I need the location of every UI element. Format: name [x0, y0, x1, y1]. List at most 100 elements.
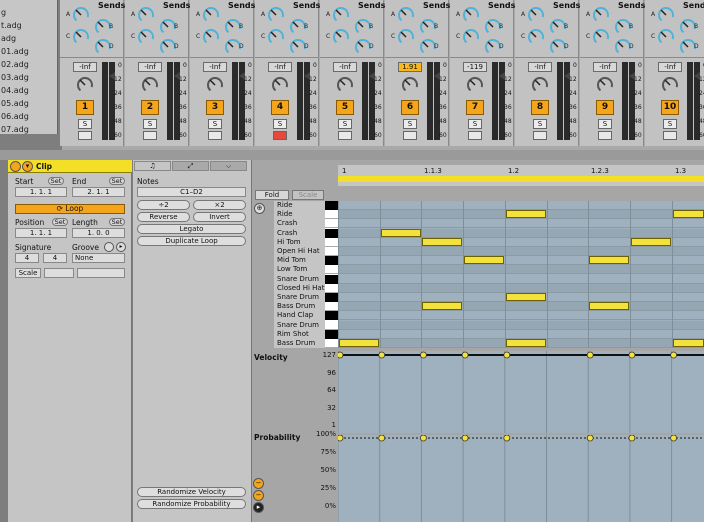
midi-note[interactable]: [630, 237, 671, 246]
arm-button[interactable]: [273, 131, 287, 140]
browser-item[interactable]: t.adg: [1, 21, 22, 30]
volume-field[interactable]: -Inf: [528, 62, 552, 72]
browser-item[interactable]: 03.adg: [1, 73, 29, 82]
piano-key[interactable]: [325, 265, 338, 275]
send-knob[interactable]: [332, 28, 350, 46]
invert-button[interactable]: Invert: [193, 212, 246, 222]
send-knob[interactable]: [72, 6, 90, 24]
length-field[interactable]: 1. 0. 0: [72, 228, 125, 238]
solo-button[interactable]: S: [468, 119, 482, 129]
scale-root-select[interactable]: [44, 268, 74, 278]
midi-note[interactable]: [422, 237, 463, 246]
track-activator-button[interactable]: 5: [336, 100, 354, 115]
volume-field[interactable]: -Inf: [138, 62, 162, 72]
solo-button[interactable]: S: [208, 119, 222, 129]
browser-item[interactable]: 04.adg: [1, 86, 29, 95]
volume-field[interactable]: -119: [463, 62, 487, 72]
midi-note[interactable]: [422, 302, 463, 311]
clip-fold-icon[interactable]: ▾: [22, 161, 33, 172]
velocity-handle[interactable]: [670, 351, 678, 359]
send-knob[interactable]: [527, 6, 545, 24]
send-knob[interactable]: [267, 6, 285, 24]
piano-key[interactable]: [325, 329, 338, 339]
probability-handle[interactable]: [503, 434, 511, 442]
piano-key[interactable]: [325, 320, 338, 330]
pan-knob[interactable]: [661, 76, 679, 94]
probability-chart[interactable]: [336, 434, 704, 522]
send-knob[interactable]: [332, 6, 350, 24]
arm-button[interactable]: [78, 131, 92, 140]
randomize-probability-button[interactable]: Randomize Probability: [137, 499, 246, 509]
velocity-handle[interactable]: [628, 351, 636, 359]
scale-toggle[interactable]: Scale: [15, 268, 41, 278]
start-field[interactable]: 1. 1. 1: [15, 187, 67, 197]
send-knob[interactable]: [267, 28, 285, 46]
track-activator-button[interactable]: 8: [531, 100, 549, 115]
piano-key[interactable]: [325, 283, 338, 293]
volume-field[interactable]: -Inf: [333, 62, 357, 72]
scale-highlight-button[interactable]: Scale: [292, 190, 324, 200]
midi-note[interactable]: [380, 228, 421, 237]
panel-divider[interactable]: [0, 150, 704, 160]
clip-activator-icon[interactable]: [10, 161, 21, 172]
velocity-lane[interactable]: [336, 351, 704, 433]
midi-note[interactable]: [672, 339, 704, 347]
midi-note[interactable]: [505, 210, 546, 219]
send-knob[interactable]: [462, 6, 480, 24]
volume-field[interactable]: 1.91: [398, 62, 422, 72]
send-knob[interactable]: [462, 28, 480, 46]
preview-icon[interactable]: ⊕: [254, 203, 265, 214]
browser-item[interactable]: 06.adg: [1, 112, 29, 121]
send-knob[interactable]: [592, 28, 610, 46]
tab-notes[interactable]: ♫: [134, 161, 171, 171]
piano-key[interactable]: [325, 274, 338, 284]
solo-button[interactable]: S: [533, 119, 547, 129]
scale-name-select[interactable]: [77, 268, 125, 278]
track-activator-button[interactable]: 4: [271, 100, 289, 115]
send-knob[interactable]: [657, 6, 675, 24]
velocity-handle[interactable]: [336, 351, 344, 359]
solo-button[interactable]: S: [273, 119, 287, 129]
beat-ruler[interactable]: 1 1.1.3 1.2 1.2.3 1.3: [338, 165, 704, 186]
solo-button[interactable]: S: [598, 119, 612, 129]
piano-key[interactable]: [325, 237, 338, 247]
arm-button[interactable]: [208, 131, 222, 140]
volume-field[interactable]: -Inf: [73, 62, 97, 72]
piano-key[interactable]: [325, 247, 338, 256]
send-knob[interactable]: [657, 28, 675, 46]
legato-button[interactable]: Legato: [137, 224, 246, 234]
track-activator-button[interactable]: 3: [206, 100, 224, 115]
note-grid[interactable]: [338, 201, 704, 348]
piano-key[interactable]: [325, 256, 338, 266]
pan-knob[interactable]: [336, 76, 354, 94]
send-knob[interactable]: [397, 6, 415, 24]
end-set-button[interactable]: Set: [109, 177, 125, 185]
piano-keys[interactable]: [325, 201, 338, 348]
note-range-field[interactable]: C1–D2: [137, 187, 246, 197]
send-knob[interactable]: [72, 28, 90, 46]
track-activator-button[interactable]: 2: [141, 100, 159, 115]
browser-item[interactable]: adg: [1, 34, 16, 43]
arm-button[interactable]: [598, 131, 612, 140]
piano-key[interactable]: [325, 311, 338, 321]
track-activator-button[interactable]: 6: [401, 100, 419, 115]
browser-item[interactable]: 01.adg: [1, 47, 29, 56]
solo-button[interactable]: S: [403, 119, 417, 129]
piano-key[interactable]: [325, 201, 338, 210]
volume-field[interactable]: -Inf: [593, 62, 617, 72]
send-knob[interactable]: [592, 6, 610, 24]
length-set-button[interactable]: Set: [109, 218, 125, 226]
position-set-button[interactable]: Set: [52, 218, 68, 226]
velocity-handle[interactable]: [461, 351, 469, 359]
midi-note[interactable]: [505, 293, 546, 301]
signature-denominator[interactable]: 4: [43, 253, 67, 263]
pan-knob[interactable]: [206, 76, 224, 94]
midi-note[interactable]: [505, 339, 546, 347]
start-set-button[interactable]: Set: [48, 177, 64, 185]
midi-note[interactable]: [589, 256, 630, 265]
arm-button[interactable]: [468, 131, 482, 140]
piano-key[interactable]: [325, 293, 338, 302]
velocity-handle[interactable]: [378, 351, 386, 359]
velocity-handle[interactable]: [503, 351, 511, 359]
midi-note[interactable]: [589, 302, 630, 311]
